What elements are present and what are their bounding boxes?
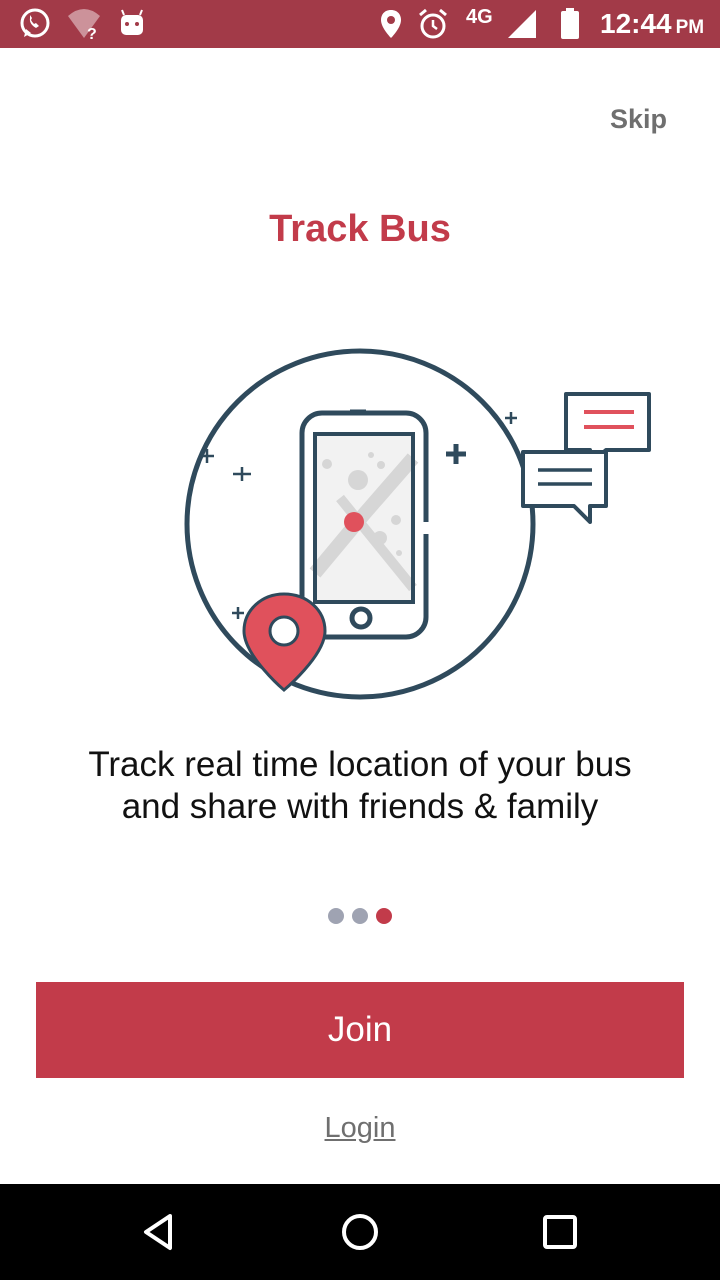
- clock-time: 12:44: [600, 8, 672, 39]
- home-icon[interactable]: [336, 1208, 384, 1256]
- phone-map-location-chat-illustration: [184, 348, 651, 700]
- join-button[interactable]: Join: [36, 982, 684, 1078]
- status-bar: ? 4G 12:44 PM: [0, 0, 720, 48]
- pagination-dots: [0, 908, 720, 924]
- clock-ampm: PM: [675, 17, 705, 38]
- pagination-dot-active[interactable]: [376, 908, 392, 924]
- alarm-icon: [419, 8, 447, 39]
- description-text: Track real time location of your bus and…: [40, 744, 680, 828]
- battery-icon: [561, 8, 579, 39]
- navigation-bar: [0, 1184, 720, 1280]
- recents-icon[interactable]: [536, 1208, 584, 1256]
- page-title: Track Bus: [269, 208, 451, 250]
- pagination-dot[interactable]: [328, 908, 344, 924]
- skip-button[interactable]: Skip: [610, 104, 667, 135]
- android-icon: [121, 9, 143, 35]
- whatsapp-icon: [20, 8, 50, 38]
- network-type-label: 4G: [466, 6, 493, 28]
- signal-icon: [508, 10, 536, 38]
- description-line-2: and share with friends & family: [121, 787, 599, 826]
- svg-text:?: ?: [87, 26, 97, 42]
- description-line-1: Track real time location of your bus: [88, 745, 632, 784]
- pagination-dot[interactable]: [352, 908, 368, 924]
- location-icon: [381, 10, 401, 38]
- back-icon[interactable]: [136, 1208, 184, 1256]
- wifi-unknown-icon: ?: [68, 9, 100, 42]
- clock: 12:44 PM: [600, 8, 704, 40]
- login-link[interactable]: Login: [0, 1112, 720, 1145]
